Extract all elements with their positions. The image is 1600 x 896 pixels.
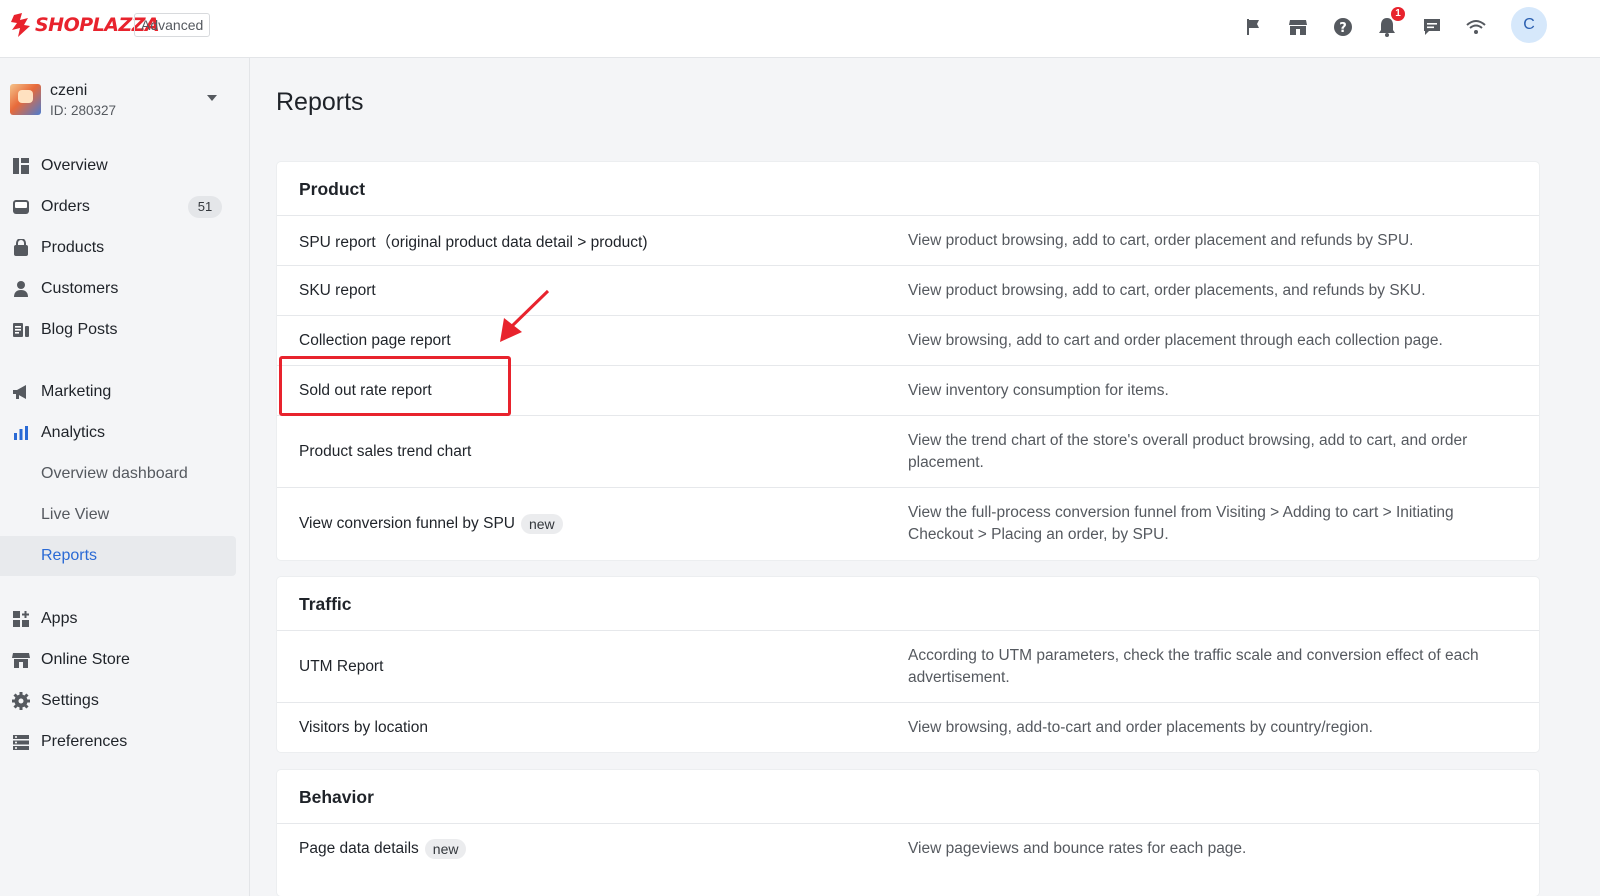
- report-row-utm[interactable]: UTM Report According to UTM parameters, …: [277, 631, 1539, 703]
- sidebar-item-customers[interactable]: Customers: [0, 269, 236, 309]
- section-title: Traffic: [277, 577, 1539, 631]
- help-icon[interactable]: ?: [1331, 15, 1355, 39]
- products-icon: [11, 238, 31, 258]
- orders-icon: [11, 197, 31, 217]
- sidebar-subitem-reports[interactable]: Reports: [0, 536, 236, 576]
- sidebar-item-label: Online Store: [41, 651, 130, 668]
- report-name-link[interactable]: Visitors by location: [299, 719, 428, 737]
- sidebar-item-apps[interactable]: Apps: [0, 599, 236, 639]
- notification-count: 1: [1391, 7, 1405, 21]
- account-switcher[interactable]: czeni ID: 280327: [10, 82, 230, 122]
- sidebar-item-settings[interactable]: Settings: [0, 681, 236, 721]
- sidebar-item-label: Preferences: [41, 733, 128, 750]
- sidebar-item-label: Customers: [41, 280, 119, 297]
- report-section-traffic: Traffic UTM Report According to UTM para…: [277, 577, 1539, 752]
- report-name-link[interactable]: SKU report: [299, 282, 376, 300]
- sidebar-item-online-store[interactable]: Online Store: [0, 640, 236, 680]
- sidebar-item-blog-posts[interactable]: Blog Posts: [0, 310, 236, 350]
- report-description: According to UTM parameters, check the t…: [908, 646, 1479, 686]
- new-badge: new: [424, 839, 467, 859]
- chevron-down-icon[interactable]: [207, 95, 217, 101]
- report-description: View browsing, add to cart and order pla…: [908, 331, 1443, 349]
- report-name-link[interactable]: Product sales trend chart: [299, 443, 471, 461]
- preferences-icon: [11, 732, 31, 752]
- apps-icon: [11, 609, 31, 629]
- report-description: View the trend chart of the store's over…: [908, 431, 1468, 471]
- overview-icon: [11, 156, 31, 176]
- report-name-link[interactable]: Collection page report: [299, 332, 451, 350]
- wifi-icon[interactable]: [1464, 15, 1488, 39]
- report-row-conversion-funnel[interactable]: View conversion funnel by SPU new View t…: [277, 488, 1539, 560]
- sidebar-item-orders[interactable]: Orders 51: [0, 187, 236, 227]
- user-avatar[interactable]: C: [1511, 7, 1547, 43]
- report-row-spu[interactable]: SPU report（original product data detail …: [277, 216, 1539, 266]
- report-name-link[interactable]: Page data details: [299, 840, 419, 858]
- bell-icon[interactable]: 1: [1375, 7, 1405, 39]
- report-name-wrapper[interactable]: Page data details new: [299, 839, 467, 859]
- sidebar-item-analytics[interactable]: Analytics: [0, 413, 236, 453]
- section-title: Product: [277, 162, 1539, 216]
- report-row-sku[interactable]: SKU report View product browsing, add to…: [277, 266, 1539, 316]
- report-name-link[interactable]: SPU report（original product data detail …: [299, 230, 648, 252]
- sidebar: czeni ID: 280327 Overview Orders 51 Prod…: [0, 58, 250, 896]
- chat-icon[interactable]: [1420, 15, 1444, 39]
- sidebar-item-overview[interactable]: Overview: [0, 146, 236, 186]
- shoplazza-logo-icon: [11, 13, 30, 37]
- sidebar-subitem-live-view[interactable]: Live View: [0, 495, 236, 535]
- report-section-behavior: Behavior Page data details new View page…: [277, 770, 1539, 896]
- report-description: View product browsing, add to cart, orde…: [908, 231, 1414, 249]
- analytics-icon: [11, 423, 31, 443]
- report-description: View browsing, add-to-cart and order pla…: [908, 718, 1373, 736]
- highlight-annotation-box: [279, 356, 511, 416]
- svg-text:?: ?: [1339, 21, 1347, 36]
- sidebar-item-label: Apps: [41, 610, 78, 627]
- sidebar-item-label: Orders: [41, 198, 90, 215]
- sidebar-item-marketing[interactable]: Marketing: [0, 372, 236, 412]
- report-row-visitors-by-location[interactable]: Visitors by location View browsing, add-…: [277, 703, 1539, 752]
- report-description: View the full-process conversion funnel …: [908, 504, 1454, 543]
- section-title: Behavior: [277, 770, 1539, 824]
- sidebar-item-label: Products: [41, 239, 105, 256]
- sidebar-item-label: Analytics: [41, 424, 106, 441]
- sidebar-subitem-overview-dashboard[interactable]: Overview dashboard: [0, 454, 236, 494]
- account-id: ID: 280327: [50, 103, 117, 118]
- page-title: Reports: [276, 88, 364, 116]
- flag-icon[interactable]: [1242, 15, 1266, 39]
- customers-icon: [11, 279, 31, 299]
- report-name-link[interactable]: View conversion funnel by SPU: [299, 515, 515, 533]
- report-name-link[interactable]: UTM Report: [299, 658, 383, 676]
- marketing-icon: [11, 382, 31, 402]
- online-store-icon: [11, 650, 31, 670]
- sidebar-item-label: Blog Posts: [41, 321, 118, 338]
- report-description: View inventory consumption for items.: [908, 381, 1169, 399]
- sidebar-item-label: Overview: [41, 157, 108, 174]
- sidebar-item-label: Settings: [41, 692, 99, 709]
- sidebar-item-products[interactable]: Products: [0, 228, 236, 268]
- new-badge: new: [520, 514, 563, 534]
- annotation-arrow-icon: [500, 289, 550, 342]
- account-name: czeni: [50, 82, 88, 99]
- report-description: View product browsing, add to cart, orde…: [908, 281, 1426, 299]
- blog-icon: [11, 320, 31, 340]
- orders-count-badge: 51: [188, 196, 222, 218]
- sidebar-item-label: Marketing: [41, 383, 112, 400]
- top-bar: SHOPLAZZA Advanced ? 1 C: [0, 0, 1600, 58]
- report-row-product-sales-trend[interactable]: Product sales trend chart View the trend…: [277, 416, 1539, 488]
- plan-badge: Advanced: [134, 13, 211, 37]
- store-icon[interactable]: [1286, 15, 1310, 39]
- sidebar-item-preferences[interactable]: Preferences: [0, 722, 236, 762]
- account-avatar: [10, 84, 41, 115]
- report-name-wrapper[interactable]: View conversion funnel by SPU new: [299, 514, 563, 534]
- settings-icon: [11, 691, 31, 711]
- report-row-page-data-details[interactable]: Page data details new View pageviews and…: [277, 824, 1539, 874]
- report-description: View pageviews and bounce rates for each…: [908, 840, 1247, 857]
